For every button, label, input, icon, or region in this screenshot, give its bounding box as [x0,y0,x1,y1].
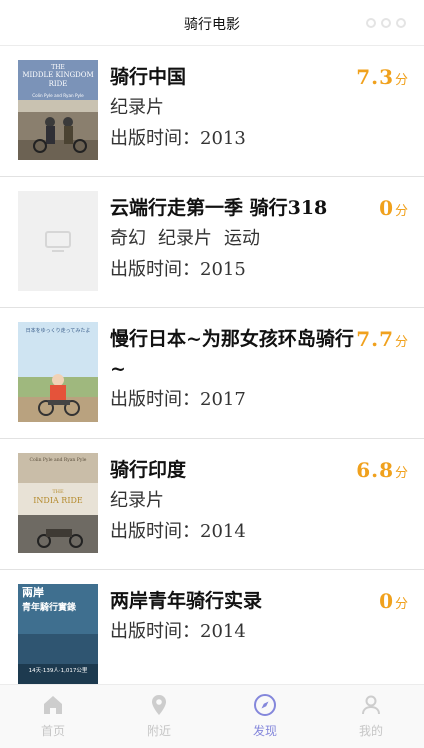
movie-title: 骑行中国 [110,66,187,88]
tab-bar: 首页 附近 发现 我的 [0,684,424,748]
score-value: 0 [379,196,394,220]
release-year: 2015 [200,259,246,280]
poster-text: MIDDLE KINGDOM [22,71,93,79]
release-label: 出版时间： [110,259,200,280]
user-icon [359,693,383,717]
more-dot-icon [396,18,406,28]
movie-info: 云端行走第一季 骑行318 奇幻 纪录片 运动 出版时间：2015 [110,193,360,285]
tab-label: 我的 [358,724,383,738]
movie-score: 6.8分 [356,455,408,485]
poster-text: THE [51,64,65,71]
score-value: 7.3 [356,65,394,89]
location-pin-icon [147,693,171,717]
movie-item[interactable]: Colin Pyle and Ryan Pyle THE INDIA RIDE … [0,439,424,570]
score-unit: 分 [394,73,408,88]
release-label: 出版时间： [110,621,200,642]
tab-label: 发现 [252,724,277,738]
tab-label: 附近 [146,724,171,738]
release-year: 2013 [200,128,246,149]
score-unit: 分 [394,204,408,219]
genre-tag: 纪录片 [110,490,164,511]
poster-text: Colin Pyle and Ryan Pyle [32,93,84,98]
movie-genres: 纪录片 [110,485,358,516]
movie-title: 骑行印度 [110,459,187,481]
tab-mine[interactable]: 我的 [318,685,424,748]
release-year: 2014 [200,521,246,542]
tab-label: 首页 [40,724,65,738]
release-year: 2017 [200,389,246,410]
movie-poster[interactable] [18,191,98,291]
poster-text: INDIA RIDE [33,496,83,505]
movie-item[interactable]: 云端行走第一季 骑行318 奇幻 纪录片 运动 出版时间：2015 0分 [0,177,424,308]
score-value: 0 [379,589,394,613]
movie-score: 0分 [379,586,408,616]
movie-release: 出版时间：2014 [110,516,358,547]
movie-score: 0分 [379,193,408,223]
movie-genres: 纪录片 [110,92,358,123]
movie-score: 7.7分 [356,324,408,354]
home-icon [41,693,65,717]
score-unit: 分 [394,335,408,350]
poster-text: THE [52,489,64,495]
movie-poster[interactable]: THE MIDDLE KINGDOM RIDE Colin Pyle and R… [18,60,98,160]
movie-release: 出版时间：2014 [110,616,358,647]
movie-poster[interactable]: 日本をゆっくり走ってみたよ [18,322,98,422]
release-year: 2014 [200,621,246,642]
page-title: 骑行电影 [184,17,240,33]
movie-list[interactable]: THE MIDDLE KINGDOM RIDE Colin Pyle and R… [0,46,424,684]
release-label: 出版时间： [110,128,200,149]
movie-release: 出版时间：2017 [110,384,360,415]
score-value: 6.8 [356,458,394,482]
poster-text: Colin Pyle and Ryan Pyle [30,457,87,463]
release-label: 出版时间： [110,521,200,542]
movie-info: 骑行印度 纪录片 出版时间：2014 [110,455,358,547]
movie-item[interactable]: 兩岸 青年騎行實錄 14天·139人·1,017公里 两岸青年骑行实录 出版时间… [0,570,424,684]
movie-info: 两岸青年骑行实录 出版时间：2014 [110,586,358,647]
poster-text: 青年騎行實錄 [22,601,76,613]
navigation-bar: 骑行电影 [0,0,424,46]
movie-title: 慢行日本~为那女孩环岛骑行~ [110,328,354,380]
movie-release: 出版时间：2013 [110,123,358,154]
movie-info: 骑行中国 纪录片 出版时间：2013 [110,62,358,154]
movie-score: 7.3分 [356,62,408,92]
poster-text: 14天·139人·1,017公里 [29,667,88,674]
movie-info: 慢行日本~为那女孩环岛骑行~ 出版时间：2017 [110,324,360,415]
movie-item[interactable]: THE MIDDLE KINGDOM RIDE Colin Pyle and R… [0,46,424,177]
movie-item[interactable]: 日本をゆっくり走ってみたよ 慢行日本~为那女孩环岛骑行~ 出版时间：2017 7… [0,308,424,439]
movie-title: 云端行走第一季 骑行318 [110,197,328,219]
genre-tag: 纪录片 [158,228,212,249]
tab-nearby[interactable]: 附近 [106,685,212,748]
more-dot-icon [366,18,376,28]
tab-discover[interactable]: 发现 [212,685,318,748]
movie-poster[interactable]: Colin Pyle and Ryan Pyle THE INDIA RIDE [18,453,98,553]
poster-text: 兩岸 [22,585,44,599]
genre-tag: 奇幻 [110,228,146,249]
movie-poster[interactable]: 兩岸 青年騎行實錄 14天·139人·1,017公里 [18,584,98,684]
genre-tag: 纪录片 [110,97,164,118]
release-label: 出版时间： [110,389,200,410]
menu-capsule[interactable] [366,14,406,32]
compass-icon [253,693,277,717]
movie-title: 两岸青年骑行实录 [110,590,263,612]
score-value: 7.7 [356,327,394,351]
poster-text: RIDE [49,80,68,88]
more-dot-icon [381,18,391,28]
tab-home[interactable]: 首页 [0,685,106,748]
score-unit: 分 [394,597,408,612]
movie-genres: 奇幻 纪录片 运动 [110,223,360,254]
app-screen: 骑行电影 THE MIDDLE KINGDOM RIDE Colin Pyle … [0,0,424,748]
genre-tag: 运动 [224,228,260,249]
movie-release: 出版时间：2015 [110,254,360,285]
score-unit: 分 [394,466,408,481]
poster-text: 日本をゆっくり走ってみたよ [26,327,91,334]
